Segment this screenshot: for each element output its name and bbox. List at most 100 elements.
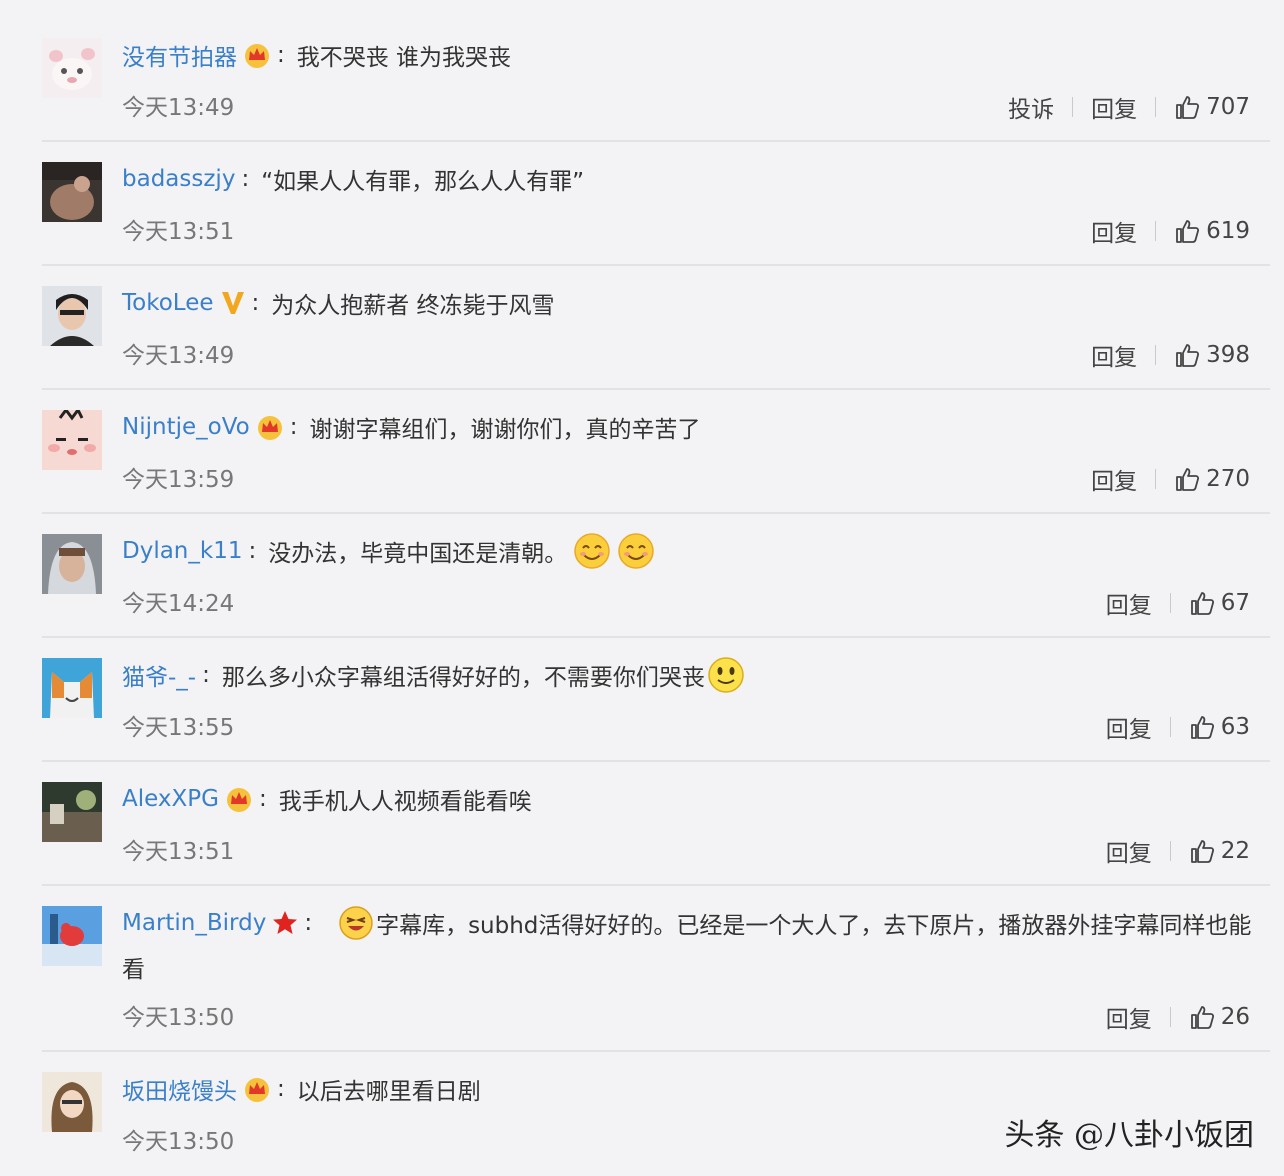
reply-button[interactable]: 回复: [1106, 1000, 1152, 1034]
username-link[interactable]: 坂田烧馒头: [122, 1072, 237, 1106]
reply-button[interactable]: 回复: [1091, 338, 1137, 372]
comment-line: Nijntje_oVo : 谢谢字幕组们，谢谢你们，真的辛苦了: [122, 410, 700, 444]
reply-button[interactable]: 回复: [1106, 710, 1152, 744]
like-count: 619: [1206, 218, 1250, 244]
comment-item: badasszjy : “如果人人有罪，那么人人有罪” 今天13:51 回复 6…: [42, 162, 1270, 266]
comment-time: 今天14:24: [122, 591, 235, 617]
comment-item: 猫爷-_- : 那么多小众字幕组活得好好的，不需要你们哭丧 今天13:55 回复…: [42, 656, 1270, 762]
like-button[interactable]: 22: [1189, 838, 1250, 864]
thumbs-up-icon: [1176, 468, 1200, 491]
like-button[interactable]: 63: [1189, 714, 1250, 740]
comment-text: 没办法，毕竟中国还是清朝。: [268, 541, 568, 567]
reply-button[interactable]: 回复: [1091, 462, 1137, 496]
grin-emoji: [338, 905, 374, 941]
comment-time: 今天13:49: [122, 343, 235, 369]
divider: [1169, 717, 1171, 737]
comment-actions: 回复 270: [1091, 462, 1250, 496]
comment-line: Martin_Birdy : 字幕库，subhd活得好好的。已经是一个大人了，去…: [122, 906, 1251, 940]
comment-actions: 回复 619: [1091, 214, 1250, 248]
divider: [1155, 221, 1157, 241]
reply-button[interactable]: 回复: [1091, 214, 1137, 248]
divider: [1169, 1007, 1171, 1027]
avatar[interactable]: [42, 162, 102, 222]
like-count: 22: [1220, 838, 1250, 864]
username-link[interactable]: Martin_Birdy: [122, 910, 266, 936]
comment-time: 今天13:49: [122, 95, 235, 121]
username-link[interactable]: AlexXPG: [122, 786, 219, 812]
report-button[interactable]: 投诉: [1008, 90, 1054, 124]
comment-line: 坂田烧馒头 : 以后去哪里看日剧: [122, 1072, 481, 1106]
comment-line: badasszjy : “如果人人有罪，那么人人有罪”: [122, 162, 584, 196]
smiley-emoji: [707, 656, 745, 694]
comment-time: 今天13:51: [122, 219, 235, 245]
username-link[interactable]: Nijntje_oVo: [122, 414, 250, 440]
like-button[interactable]: 619: [1174, 218, 1250, 244]
like-button[interactable]: 707: [1174, 94, 1250, 120]
watermark: 头条 @八卦小饭团: [1004, 1118, 1254, 1153]
comment-time: 今天13:59: [122, 467, 235, 493]
comment-item: TokoLee : 为众人抱薪者 终冻毙于风雪 今天13:49 回复 398: [42, 286, 1270, 390]
thumbs-up-icon: [1190, 716, 1214, 739]
reply-button[interactable]: 回复: [1091, 90, 1137, 124]
avatar[interactable]: [42, 906, 102, 966]
comment-item: Dylan_k11 : 没办法，毕竟中国还是清朝。 今天14:24 回复 67: [42, 532, 1270, 638]
comment-line: 猫爷-_- : 那么多小众字幕组活得好好的，不需要你们哭丧: [122, 656, 745, 694]
avatar[interactable]: [42, 534, 102, 594]
comment-line: Dylan_k11 : 没办法，毕竟中国还是清朝。: [122, 532, 655, 570]
crown-icon: [243, 1076, 271, 1102]
crown-icon: [225, 786, 253, 812]
comment-item: Martin_Birdy : 字幕库，subhd活得好好的。已经是一个大人了，去…: [42, 906, 1270, 1052]
comment-line: AlexXPG : 我手机人人视频看能看唉: [122, 782, 532, 816]
comment-actions: 回复 398: [1091, 338, 1250, 372]
like-count: 270: [1206, 466, 1250, 492]
avatar[interactable]: [42, 658, 102, 718]
comment-time: 今天13:55: [122, 715, 235, 741]
comment-actions: 回复 26: [1106, 1000, 1250, 1034]
username-link[interactable]: TokoLee: [122, 290, 214, 316]
divider: [1155, 97, 1157, 117]
like-count: 707: [1206, 94, 1250, 120]
like-count: 67: [1220, 590, 1250, 616]
comment-item: 没有节拍器 : 我不哭丧 谁为我哭丧 今天13:49 投诉 回复 707: [42, 38, 1270, 142]
verified-v-icon: [220, 290, 246, 316]
avatar[interactable]: [42, 410, 102, 470]
reply-button[interactable]: 回复: [1106, 834, 1152, 868]
like-button[interactable]: 67: [1189, 590, 1250, 616]
thumbs-up-icon: [1190, 592, 1214, 615]
like-count: 398: [1206, 342, 1250, 368]
username-link[interactable]: Dylan_k11: [122, 538, 242, 564]
username-link[interactable]: 猫爷-_-: [122, 658, 196, 692]
like-count: 63: [1220, 714, 1250, 740]
like-button[interactable]: 26: [1189, 1004, 1250, 1030]
avatar[interactable]: [42, 1072, 102, 1132]
divider: [1169, 593, 1171, 613]
like-button[interactable]: 398: [1174, 342, 1250, 368]
avatar[interactable]: [42, 286, 102, 346]
smile-emoji: [573, 532, 611, 570]
comment-text-continued: 看: [122, 957, 145, 983]
comment-text: 谢谢字幕组们，谢谢你们，真的辛苦了: [309, 417, 701, 443]
username-link[interactable]: badasszjy: [122, 166, 235, 192]
divider: [1072, 97, 1074, 117]
username-link[interactable]: 没有节拍器: [122, 38, 237, 72]
comment-item: AlexXPG : 我手机人人视频看能看唉 今天13:51 回复 22: [42, 782, 1270, 886]
thumbs-up-icon: [1176, 220, 1200, 243]
comment-text: “如果人人有罪，那么人人有罪”: [261, 169, 585, 195]
avatar[interactable]: [42, 38, 102, 98]
comment-time: 今天13:50: [122, 1129, 235, 1155]
comment-text: 我不哭丧 谁为我哭丧: [296, 45, 512, 71]
thumbs-up-icon: [1176, 344, 1200, 367]
thumbs-up-icon: [1190, 840, 1214, 863]
comment-actions: 回复 22: [1106, 834, 1250, 868]
crown-icon: [256, 414, 284, 440]
divider: [1155, 345, 1157, 365]
comment-text: 那么多小众字幕组活得好好的，不需要你们哭丧: [221, 665, 705, 691]
comment-text: 字幕库，subhd活得好好的。已经是一个大人了，去下原片，播放器外挂字幕同样也能: [376, 913, 1252, 939]
crown-icon: [243, 42, 271, 68]
divider: [1155, 469, 1157, 489]
avatar[interactable]: [42, 782, 102, 842]
comment-time: 今天13:51: [122, 839, 235, 865]
like-button[interactable]: 270: [1174, 466, 1250, 492]
reply-button[interactable]: 回复: [1106, 586, 1152, 620]
smile-emoji: [617, 532, 655, 570]
